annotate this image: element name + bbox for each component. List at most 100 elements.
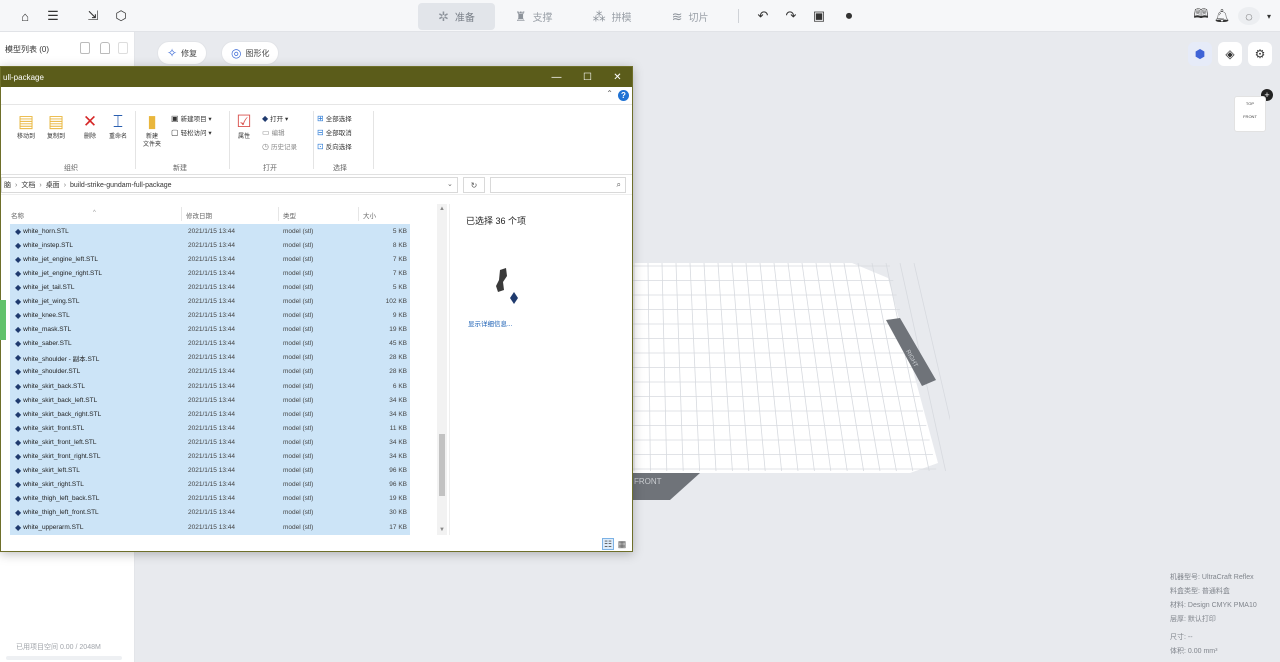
- file-row[interactable]: ◆ white_skirt_right.STL 2021/1/15 13:44 mod…: [10, 478, 410, 492]
- select-none-icon: ⊟: [317, 127, 324, 137]
- delete-button[interactable]: ✕ 删除: [77, 111, 103, 141]
- file-row[interactable]: ◆ white_skirt_left.STL 2021/1/15 13:44 mode…: [10, 464, 410, 478]
- grid-icon[interactable]: [80, 42, 90, 54]
- search-input[interactable]: ⌕: [490, 177, 626, 193]
- file-row[interactable]: ◆ white_horn.STL 2021/1/15 13:44 model (stl…: [10, 224, 410, 238]
- address-bar[interactable]: 脑 › 文档 › 桌面 › build-strike-gundam-full-pack…: [1, 177, 458, 193]
- file-row[interactable]: ◆ white_jet_tail.STL 2021/1/15 13:44 model …: [10, 280, 410, 294]
- chevron-down-icon[interactable]: ▾: [1260, 7, 1278, 25]
- file-date: 2021/1/15 13:44: [188, 255, 235, 263]
- minimize-button[interactable]: —: [541, 67, 572, 87]
- scroll-down-icon[interactable]: ▼: [439, 527, 445, 533]
- file-row[interactable]: ◆ white_knee.STL 2021/1/15 13:44 model (stl…: [10, 309, 410, 323]
- file-row[interactable]: ◆ white_skirt_back_left.STL 2021/1/15 13:4…: [10, 393, 410, 407]
- file-row[interactable]: ◆ white_shoulder.STL 2021/1/15 13:44 model …: [10, 365, 410, 379]
- new-folder-icon: ▮: [147, 112, 157, 131]
- column-separator[interactable]: [358, 207, 359, 221]
- breadcrumb-item[interactable]: 文档: [21, 180, 35, 190]
- bell-icon[interactable]: 🔔︎: [1213, 7, 1231, 25]
- tab-slice[interactable]: ≋ 切片: [652, 3, 729, 30]
- file-list[interactable]: ^ 名称 修改日期 类型 大小 ◆ white_horn.STL 2021/1/15…: [1, 204, 437, 535]
- settings-icon[interactable]: ⚙: [1248, 42, 1272, 66]
- open-icon: ◆: [262, 113, 269, 123]
- large-icons-view-icon[interactable]: ▦: [616, 538, 628, 550]
- close-button[interactable]: ✕: [602, 67, 632, 87]
- file-row[interactable]: ◆ white_thigh_left_back.STL 2021/1/15 13:4…: [10, 492, 410, 506]
- history-button[interactable]: ◷ 历史记录: [262, 141, 297, 152]
- details-view-icon[interactable]: ☷: [602, 538, 614, 550]
- select-none-button[interactable]: ⊟ 全部取消: [317, 127, 352, 138]
- import-icon[interactable]: ⇲: [84, 7, 102, 25]
- build-plate[interactable]: RIGHT FRONT: [630, 258, 950, 508]
- tab-prepare[interactable]: ✲ 准备: [418, 3, 495, 30]
- export-icon[interactable]: ⏺: [840, 7, 858, 25]
- side-indicator: [0, 300, 6, 340]
- view-mode-icon[interactable]: ⬢: [1188, 42, 1212, 66]
- view-cube[interactable]: TOP FRONT: [1234, 96, 1266, 132]
- file-row[interactable]: ◆ white_upperarm.STL 2021/1/15 13:44 model …: [10, 520, 410, 534]
- save-icon[interactable]: ▣: [810, 7, 828, 25]
- trash-icon[interactable]: [100, 42, 110, 54]
- graph-button[interactable]: ◎ 图形化: [221, 41, 280, 65]
- camera-icon[interactable]: ◈: [1218, 42, 1242, 66]
- ribbon-tabs: ⌃ ?: [1, 87, 632, 105]
- file-row[interactable]: ◆ white_skirt_front.STL 2021/1/15 13:44 mod…: [10, 421, 410, 435]
- home-icon[interactable]: ⌂: [16, 7, 34, 25]
- move-to-button[interactable]: ▤ 移动到: [13, 111, 39, 141]
- menu-icon[interactable]: ☰: [44, 7, 62, 25]
- invert-selection-button[interactable]: ⊡ 反向选择: [317, 141, 352, 152]
- column-separator[interactable]: [278, 207, 279, 221]
- file-row[interactable]: ◆ white_saber.STL 2021/1/15 13:44 model (st…: [10, 337, 410, 351]
- cube-add-icon[interactable]: ⬡: [112, 7, 130, 25]
- file-explorer-window[interactable]: ull-package — ☐ ✕ ⌃ ? ▤ 移动到 ▤ 复制到 ✕ 删除 ⌶ 重命名…: [0, 66, 633, 552]
- open-button[interactable]: ◆ 打开 ▾: [262, 113, 288, 124]
- file-row[interactable]: ◆ white_skirt_front_left.STL 2021/1/15 13:…: [10, 435, 410, 449]
- book-icon[interactable]: 🕮: [1192, 6, 1210, 25]
- copy-to-button[interactable]: ▤ 复制到: [43, 111, 69, 141]
- rename-button[interactable]: ⌶ 重命名: [105, 111, 131, 141]
- easy-access-button[interactable]: ▢ 轻松访问 ▾: [171, 127, 212, 138]
- breadcrumb-item[interactable]: build-strike-gundam-full-package: [70, 182, 172, 189]
- column-type[interactable]: 类型: [283, 210, 296, 220]
- file-name: ◆ white_jet_engine_right.STL: [15, 268, 102, 278]
- tab-assemble[interactable]: ⁂ 拼模: [573, 3, 652, 30]
- column-size[interactable]: 大小: [363, 210, 376, 220]
- file-row[interactable]: ◆ white_skirt_back_right.STL 2021/1/15 13:…: [10, 407, 410, 421]
- column-name[interactable]: 名称: [11, 210, 24, 220]
- copy-icon[interactable]: [118, 42, 128, 54]
- new-folder-button[interactable]: ▮ 新建 文件夹: [139, 111, 165, 149]
- breadcrumb-item[interactable]: 脑: [4, 180, 11, 190]
- breadcrumb-item[interactable]: 桌面: [46, 180, 60, 190]
- explorer-titlebar[interactable]: ull-package — ☐ ✕: [1, 67, 632, 87]
- scroll-up-icon[interactable]: ▲: [439, 206, 445, 212]
- ribbon-collapse-icon[interactable]: ⌃: [606, 89, 613, 98]
- scroll-thumb[interactable]: [439, 434, 445, 496]
- file-row[interactable]: ◆ white_mask.STL 2021/1/15 13:44 model (stl…: [10, 323, 410, 337]
- properties-button[interactable]: ☑ 属性: [231, 111, 257, 141]
- vertical-scrollbar[interactable]: ▲ ▼: [437, 204, 447, 535]
- show-details-link[interactable]: 显示详细信息...: [468, 318, 512, 328]
- address-dropdown-icon[interactable]: ⌄: [447, 180, 453, 188]
- file-row[interactable]: ◆ white_instep.STL 2021/1/15 13:44 model (s…: [10, 238, 410, 252]
- file-row[interactable]: ◆ white_jet_engine_right.STL 2021/1/15 13:…: [10, 266, 410, 280]
- file-row[interactable]: ◆ white_jet_wing.STL 2021/1/15 13:44 model …: [10, 294, 410, 308]
- file-row[interactable]: ◆ white_jet_engine_left.STL 2021/1/15 13:4…: [10, 252, 410, 266]
- edit-button[interactable]: ▭ 编辑: [262, 127, 285, 138]
- redo-icon[interactable]: ↷: [782, 7, 800, 25]
- column-date[interactable]: 修改日期: [186, 210, 212, 220]
- select-all-button[interactable]: ⊞ 全部选择: [317, 113, 352, 124]
- file-row[interactable]: ◆ white_skirt_back.STL 2021/1/15 13:44 mode…: [10, 379, 410, 393]
- file-row[interactable]: ◆ white_thigh_left_front.STL 2021/1/15 13:…: [10, 506, 410, 520]
- new-item-button[interactable]: ▣ 新建项目 ▾: [171, 113, 212, 124]
- tab-support[interactable]: ♜ 支撑: [495, 3, 573, 30]
- file-name: ◆ white_mask.STL: [15, 325, 72, 335]
- help-icon[interactable]: ?: [618, 90, 629, 101]
- undo-icon[interactable]: ↶: [754, 7, 772, 25]
- file-row[interactable]: ◆ white_shoulder - 副本.STL 2021/1/15 13:44 m…: [10, 351, 410, 365]
- avatar[interactable]: ◌: [1238, 7, 1260, 25]
- file-row[interactable]: ◆ white_skirt_front_right.STL 2021/1/15 13…: [10, 450, 410, 464]
- column-separator[interactable]: [181, 207, 182, 221]
- maximize-button[interactable]: ☐: [572, 67, 603, 87]
- refresh-button[interactable]: ↻: [463, 177, 485, 193]
- repair-button[interactable]: ✧ 修复: [157, 41, 208, 65]
